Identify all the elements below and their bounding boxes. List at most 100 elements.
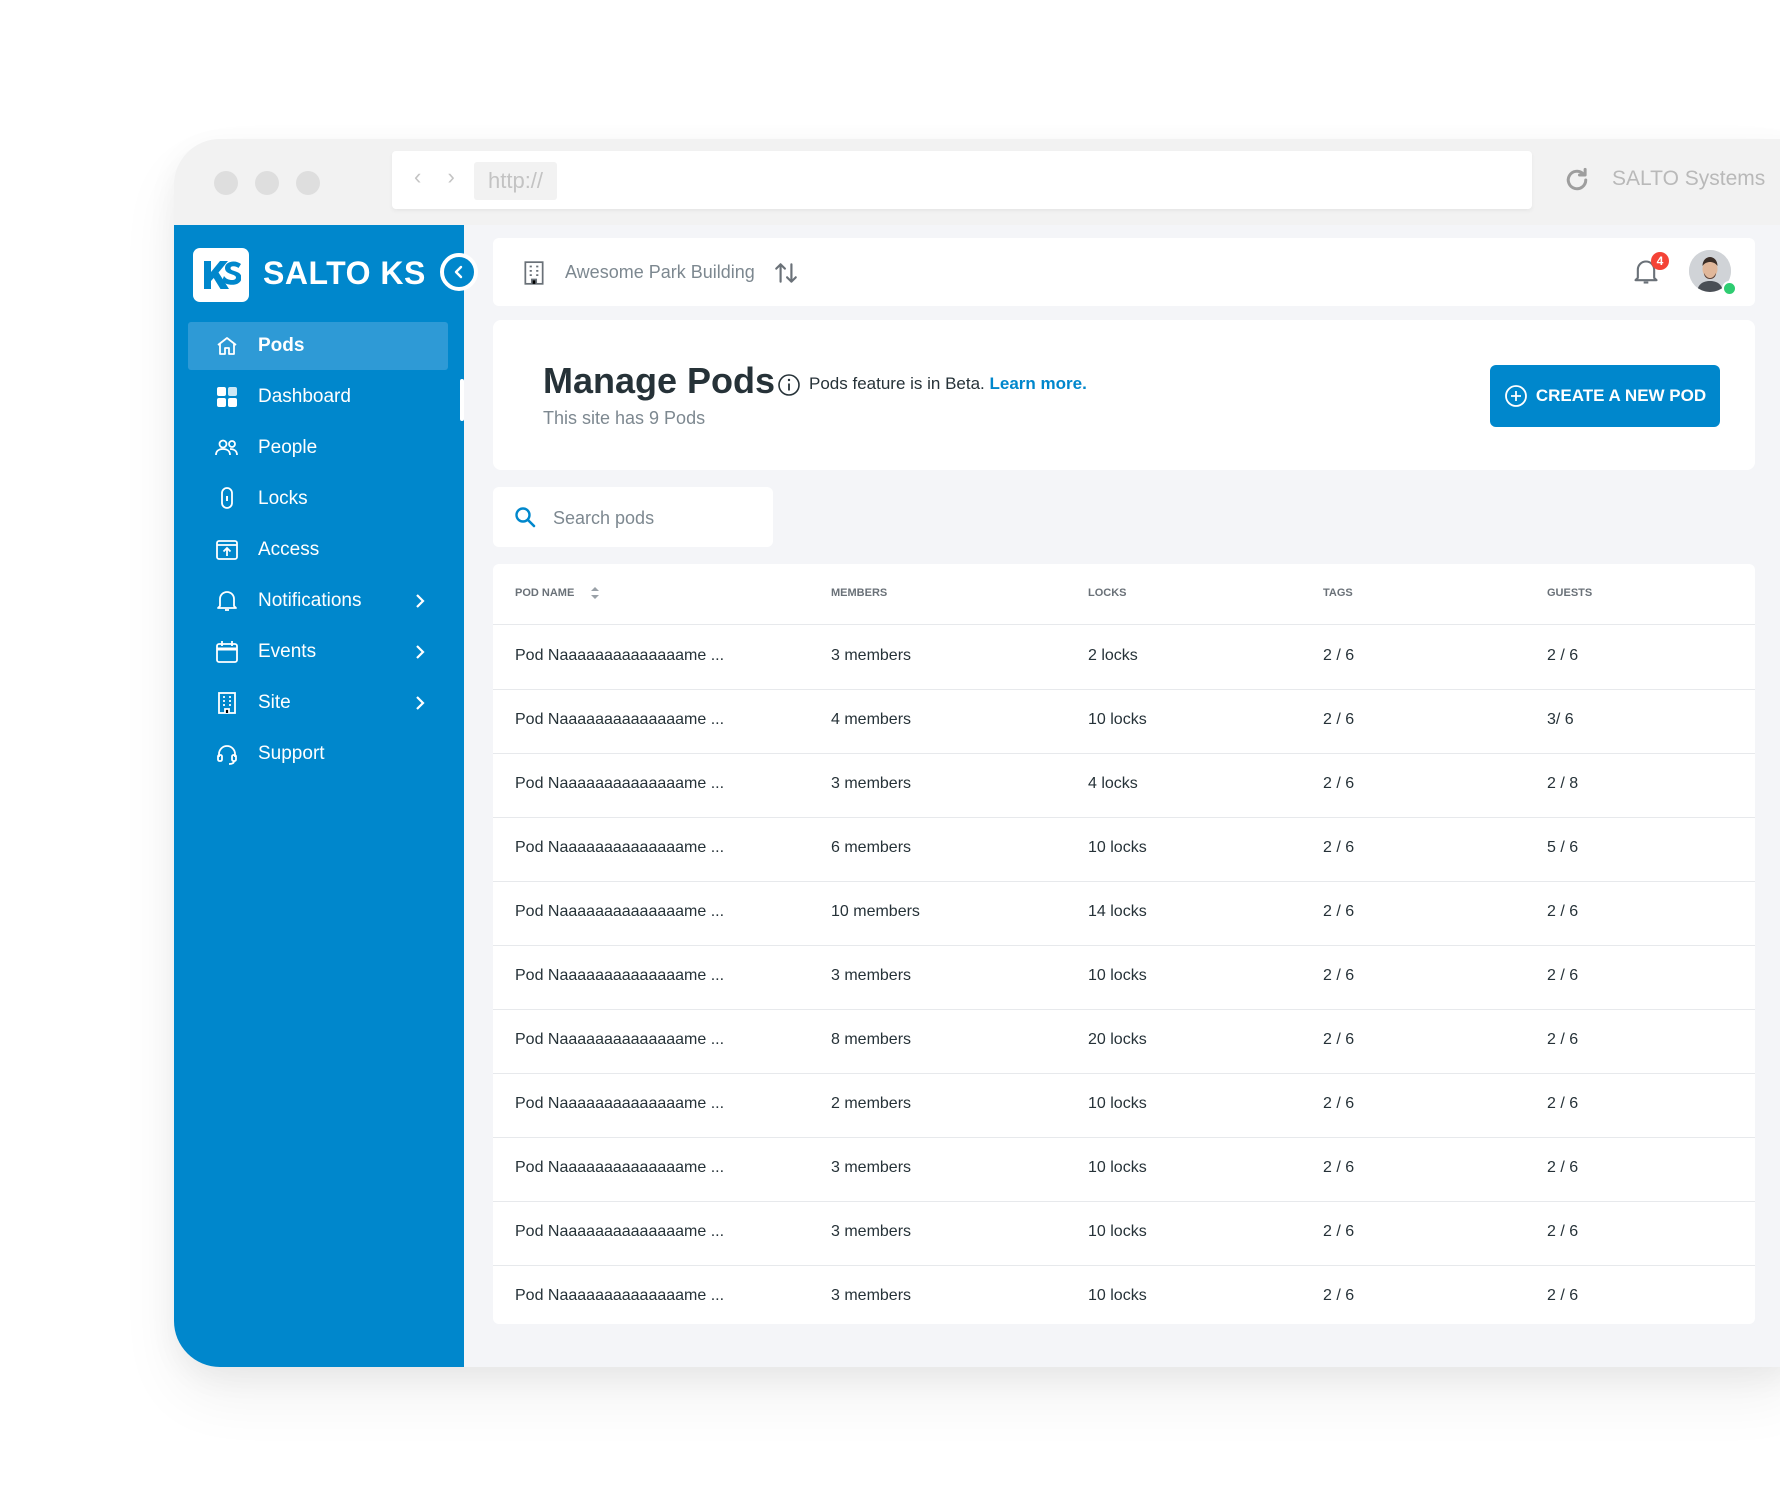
- table-row[interactable]: Pod Naaaaaaaaaaaaaame ... 3 members 10 l…: [493, 1265, 1755, 1329]
- members-cell: 3 members: [831, 775, 912, 792]
- sidebar-item-label: Support: [258, 743, 325, 764]
- calendar-icon: [214, 639, 240, 665]
- sidebar-item-support[interactable]: Support: [188, 730, 448, 778]
- guests-cell: 2 / 6: [1547, 1223, 1579, 1240]
- beta-text: Pods feature is in Beta.: [809, 374, 985, 393]
- sidebar-item-label: Locks: [258, 488, 308, 509]
- sidebar-item-label: Events: [258, 641, 317, 662]
- guests-cell: 2 / 6: [1547, 967, 1579, 984]
- pod-name-cell[interactable]: Pod Naaaaaaaaaaaaaame ...: [515, 1031, 724, 1049]
- members-cell: 3 members: [831, 1287, 912, 1304]
- chevron-left-icon: [454, 265, 463, 279]
- table-row[interactable]: Pod Naaaaaaaaaaaaaame ... 8 members 20 l…: [493, 1009, 1755, 1074]
- members-cell: 6 members: [831, 839, 912, 856]
- pod-name-cell[interactable]: Pod Naaaaaaaaaaaaaame ...: [515, 1095, 724, 1113]
- tags-cell: 2 / 6: [1323, 839, 1355, 856]
- tags-cell: 2 / 6: [1323, 711, 1355, 728]
- chevron-right-icon: [416, 594, 425, 608]
- sidebar-item-notifications[interactable]: Notifications: [188, 577, 448, 625]
- guests-cell: 5 / 6: [1547, 839, 1579, 856]
- table-row[interactable]: Pod Naaaaaaaaaaaaaame ... 3 members 2 lo…: [493, 625, 1755, 690]
- locks-cell: 10 locks: [1088, 1159, 1147, 1176]
- table-row[interactable]: Pod Naaaaaaaaaaaaaame ... 3 members 10 l…: [493, 1137, 1755, 1202]
- sidebar-item-access[interactable]: Access: [188, 526, 448, 574]
- grid-icon: [214, 384, 240, 410]
- create-pod-label: CREATE A NEW POD: [1535, 386, 1707, 405]
- pod-name-cell[interactable]: Pod Naaaaaaaaaaaaaame ...: [515, 967, 724, 985]
- reload-icon[interactable]: [1562, 165, 1592, 195]
- back-forward-icon[interactable]: ‹ ›: [414, 164, 465, 190]
- locks-cell: 10 locks: [1088, 967, 1147, 984]
- building-icon: [524, 261, 544, 285]
- pod-name-cell[interactable]: Pod Naaaaaaaaaaaaaame ...: [515, 1287, 724, 1305]
- sidebar-item-label: Pods: [258, 335, 305, 356]
- tags-cell: 2 / 6: [1323, 903, 1355, 920]
- locks-cell: 10 locks: [1088, 711, 1147, 728]
- pod-name-cell[interactable]: Pod Naaaaaaaaaaaaaame ...: [515, 839, 724, 857]
- tags-cell: 2 / 6: [1323, 1159, 1355, 1176]
- guests-cell: 2 / 6: [1547, 647, 1579, 664]
- sidebar-item-pods[interactable]: Pods: [188, 322, 448, 370]
- table-row[interactable]: Pod Naaaaaaaaaaaaaame ... 3 members 10 l…: [493, 945, 1755, 1010]
- table-header: POD NAME MEMBERS LOCKS TAGS GUESTS: [493, 564, 1755, 625]
- create-pod-button[interactable]: CREATE A NEW POD: [1490, 365, 1720, 427]
- tags-cell: 2 / 6: [1323, 1287, 1355, 1304]
- sidebar-item-label: People: [258, 437, 318, 458]
- locks-cell: 2 locks: [1088, 647, 1138, 664]
- pod-name-cell[interactable]: Pod Naaaaaaaaaaaaaame ...: [515, 1159, 724, 1177]
- pod-name-cell[interactable]: Pod Naaaaaaaaaaaaaame ...: [515, 1223, 724, 1241]
- sidebar-item-locks[interactable]: Locks: [188, 475, 448, 523]
- column-header-members: MEMBERS: [831, 587, 888, 599]
- bell-icon: [214, 588, 240, 614]
- logo-icon[interactable]: [193, 248, 249, 302]
- pod-name-cell[interactable]: Pod Naaaaaaaaaaaaaame ...: [515, 711, 724, 729]
- sort-icon[interactable]: [589, 584, 601, 602]
- table-row[interactable]: Pod Naaaaaaaaaaaaaame ... 10 members 14 …: [493, 881, 1755, 946]
- page-title: Manage Pods: [543, 360, 776, 401]
- sidebar-item-events[interactable]: Events: [188, 628, 448, 676]
- sidebar-item-site[interactable]: Site: [188, 679, 448, 727]
- sidebar-item-label: Site: [258, 692, 291, 713]
- building-name[interactable]: Awesome Park Building: [565, 262, 755, 283]
- column-header-guests: GUESTS: [1547, 587, 1593, 599]
- locks-cell: 10 locks: [1088, 1095, 1147, 1112]
- access-icon: [214, 537, 240, 563]
- guests-cell: 3/ 6: [1547, 711, 1574, 728]
- address-bar[interactable]: ‹ › http://: [392, 151, 1532, 209]
- url-text[interactable]: http://: [474, 162, 558, 200]
- pod-name-cell[interactable]: Pod Naaaaaaaaaaaaaame ...: [515, 775, 724, 793]
- browser-brand-label: SALTO Systems: [1612, 167, 1766, 190]
- table-row[interactable]: Pod Naaaaaaaaaaaaaame ... 6 members 10 l…: [493, 817, 1755, 882]
- guests-cell: 2 / 6: [1547, 903, 1579, 920]
- search-input[interactable]: [551, 501, 755, 535]
- table-row[interactable]: Pod Naaaaaaaaaaaaaame ... 2 members 10 l…: [493, 1073, 1755, 1138]
- window-minimize-dot[interactable]: [255, 171, 279, 195]
- window-close-dot[interactable]: [214, 171, 238, 195]
- locks-cell: 4 locks: [1088, 775, 1138, 792]
- sidebar-item-people[interactable]: People: [188, 424, 448, 472]
- guests-cell: 2 / 6: [1547, 1095, 1579, 1112]
- locks-cell: 20 locks: [1088, 1031, 1147, 1048]
- table-row[interactable]: Pod Naaaaaaaaaaaaaame ... 3 members 10 l…: [493, 1201, 1755, 1266]
- table-row[interactable]: Pod Naaaaaaaaaaaaaame ... 4 members 10 l…: [493, 689, 1755, 754]
- learn-more-link[interactable]: Learn more.: [990, 374, 1087, 393]
- sidebar-item-label: Notifications: [258, 590, 362, 611]
- table-row[interactable]: Pod Naaaaaaaaaaaaaame ... 3 members 4 lo…: [493, 753, 1755, 818]
- sidebar-scrollbar[interactable]: [460, 379, 464, 421]
- pods-count-subtitle: This site has 9 Pods: [543, 408, 706, 428]
- search-icon: [515, 507, 536, 528]
- tags-cell: 2 / 6: [1323, 967, 1355, 984]
- column-header-tags: TAGS: [1323, 587, 1353, 599]
- column-header-pod-name[interactable]: POD NAME: [515, 587, 574, 599]
- pod-name-cell[interactable]: Pod Naaaaaaaaaaaaaame ...: [515, 647, 724, 665]
- pod-name-cell[interactable]: Pod Naaaaaaaaaaaaaame ...: [515, 903, 724, 921]
- sidebar-item-dashboard[interactable]: Dashboard: [188, 373, 448, 421]
- members-cell: 3 members: [831, 967, 912, 984]
- members-cell: 3 members: [831, 1159, 912, 1176]
- chevron-right-icon: [416, 645, 425, 659]
- collapse-sidebar-button[interactable]: [440, 253, 478, 291]
- window-maximize-dot[interactable]: [296, 171, 320, 195]
- pods-table: POD NAME MEMBERS LOCKS TAGS GUESTS Pod N…: [493, 564, 1755, 1324]
- switch-building-icon[interactable]: [773, 260, 799, 286]
- guests-cell: 2 / 6: [1547, 1031, 1579, 1048]
